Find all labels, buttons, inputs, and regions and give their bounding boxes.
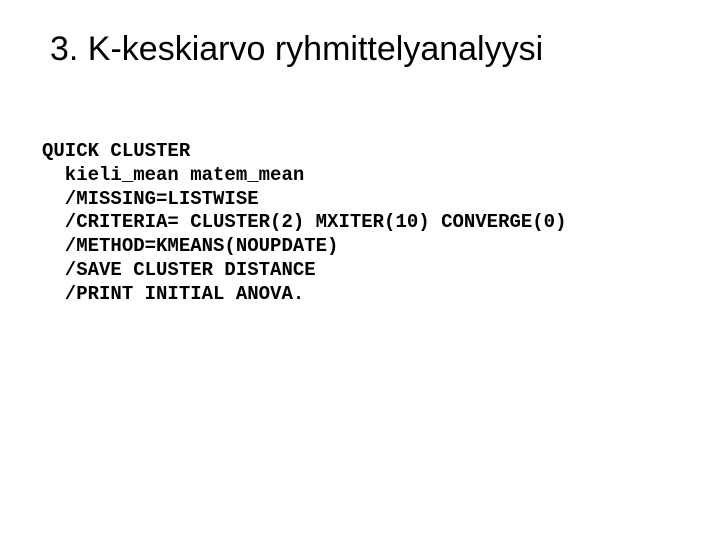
slide: 3. K-keskiarvo ryhmittelyanalyysi QUICK …	[0, 0, 720, 540]
slide-title: 3. K-keskiarvo ryhmittelyanalyysi	[50, 30, 680, 69]
syntax-code-block: QUICK CLUSTER kieli_mean matem_mean /MIS…	[42, 140, 567, 306]
